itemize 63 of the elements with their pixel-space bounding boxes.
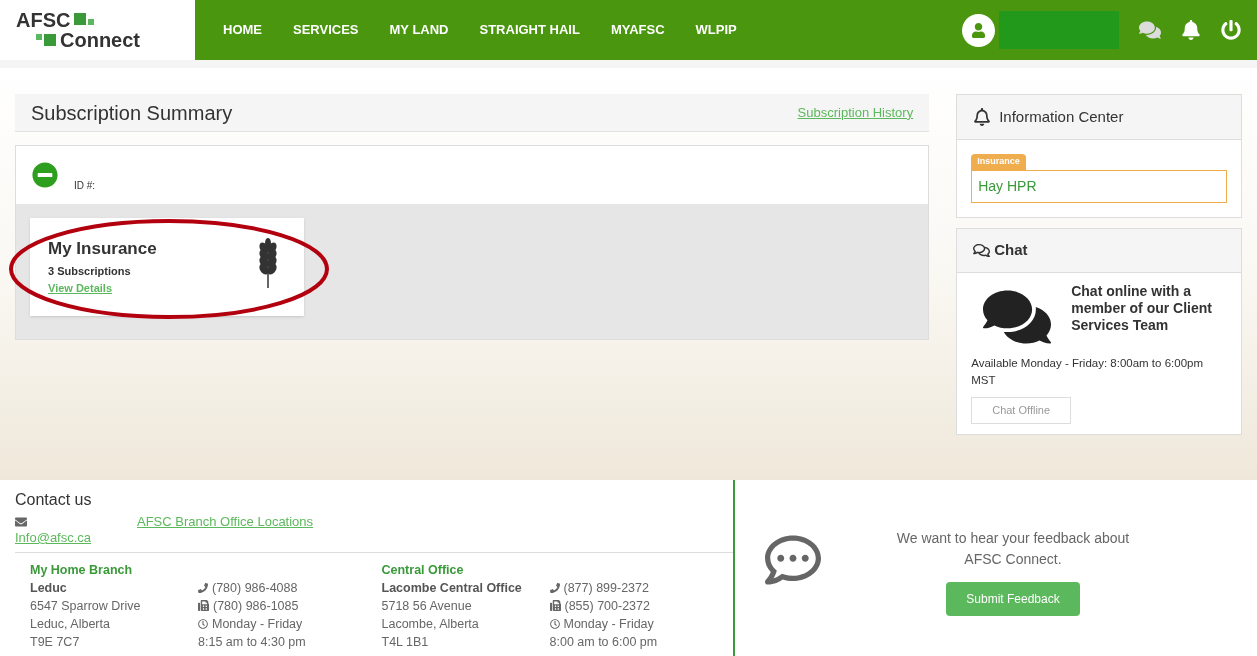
envelope-icon — [15, 516, 27, 528]
fax-icon — [549, 600, 561, 611]
chat-icon — [973, 241, 991, 259]
nav-link[interactable]: MYAFSC — [610, 20, 665, 40]
email-link[interactable]: Info@afsc.ca — [15, 528, 137, 548]
office-hours: 8:00 am to 6:00 pm — [549, 633, 658, 651]
feedback-text: We want to hear your feedback about AFSC Connect. — [895, 529, 1131, 569]
user-avatar-icon[interactable] — [962, 13, 995, 47]
nav-link[interactable]: STRAIGHT HAIL — [479, 20, 580, 40]
collapse-icon[interactable] — [32, 162, 58, 188]
card-title: My Insurance — [48, 238, 157, 260]
chat-icon[interactable] — [1139, 19, 1161, 41]
view-details-link[interactable]: View Details — [48, 279, 157, 297]
logo-text: Connect — [60, 30, 140, 50]
power-icon[interactable] — [1221, 20, 1241, 40]
wheat-icon — [258, 238, 278, 288]
logo-text: AFSC — [16, 10, 71, 30]
clock-icon — [549, 618, 560, 629]
page-title: Subscription Summary — [31, 100, 233, 126]
address-line: T9E 7C7 — [30, 633, 81, 651]
logo-mark-icon — [74, 13, 95, 27]
notice-item[interactable]: Hay HPR — [971, 169, 1227, 203]
nav-link[interactable]: MY LAND — [389, 20, 449, 40]
submit-feedback-button[interactable]: Submit Feedback — [946, 582, 1080, 616]
history-link[interactable]: Subscription History — [797, 102, 914, 123]
office-heading: My Home Branch — [30, 561, 134, 579]
availability-text: Available Monday - Friday: 8:00am to 6:00pm MST — [971, 355, 1204, 388]
address-line: 6547 Sparrow Drive — [30, 597, 142, 615]
insurance-card[interactable]: My Insurance 3 Subscriptions View Details — [30, 218, 304, 316]
category-tag: Insurance — [971, 154, 1026, 170]
phone-number: (877) 899-2372 — [563, 579, 649, 597]
card-subtitle: 3 Subscriptions — [48, 264, 132, 280]
chat-button[interactable]: Chat Offline — [971, 397, 1072, 424]
contact-title: Contact us — [15, 490, 93, 510]
phone-icon — [198, 582, 208, 593]
office-days: Monday - Friday — [212, 614, 303, 633]
clock-icon — [198, 618, 208, 629]
office-hours: 8:15 am to 4:30 pm — [198, 633, 306, 651]
office-name: Lacombe Central Office — [381, 579, 523, 597]
locations-link[interactable]: AFSC Branch Office Locations — [137, 512, 314, 532]
fax-number: (780) 986-1085 — [213, 597, 299, 615]
logo[interactable]: AFSC Connect — [0, 0, 195, 60]
address-line: T4L 1B1 — [381, 633, 430, 651]
phone-number: (780) 986-4088 — [212, 579, 298, 597]
office-days: Monday - Friday — [563, 614, 654, 633]
fax-icon — [198, 600, 209, 611]
panel-title: Information Center — [999, 106, 1124, 127]
phone-icon — [549, 582, 560, 593]
chat-message: Chat online with a member of our Client Services Team — [1071, 282, 1213, 335]
logo-mark-icon — [36, 34, 56, 46]
fax-number: (855) 700-2372 — [564, 597, 650, 615]
nav-link[interactable]: HOME — [223, 20, 262, 40]
nav-link[interactable]: WLPIP — [695, 20, 737, 40]
notification-icon[interactable] — [1181, 20, 1201, 40]
panel-title: Chat — [994, 239, 1028, 260]
office-heading: Central Office — [381, 561, 465, 579]
office-name: Leduc — [30, 579, 68, 597]
address-line: Lacombe, Alberta — [381, 615, 480, 633]
address-line: Leduc, Alberta — [30, 615, 111, 633]
nav-link[interactable]: SERVICES — [293, 20, 359, 40]
id-label: ID #: — [74, 178, 96, 193]
address-line: 5718 56 Avenue — [381, 597, 473, 615]
bell-icon — [973, 108, 992, 126]
